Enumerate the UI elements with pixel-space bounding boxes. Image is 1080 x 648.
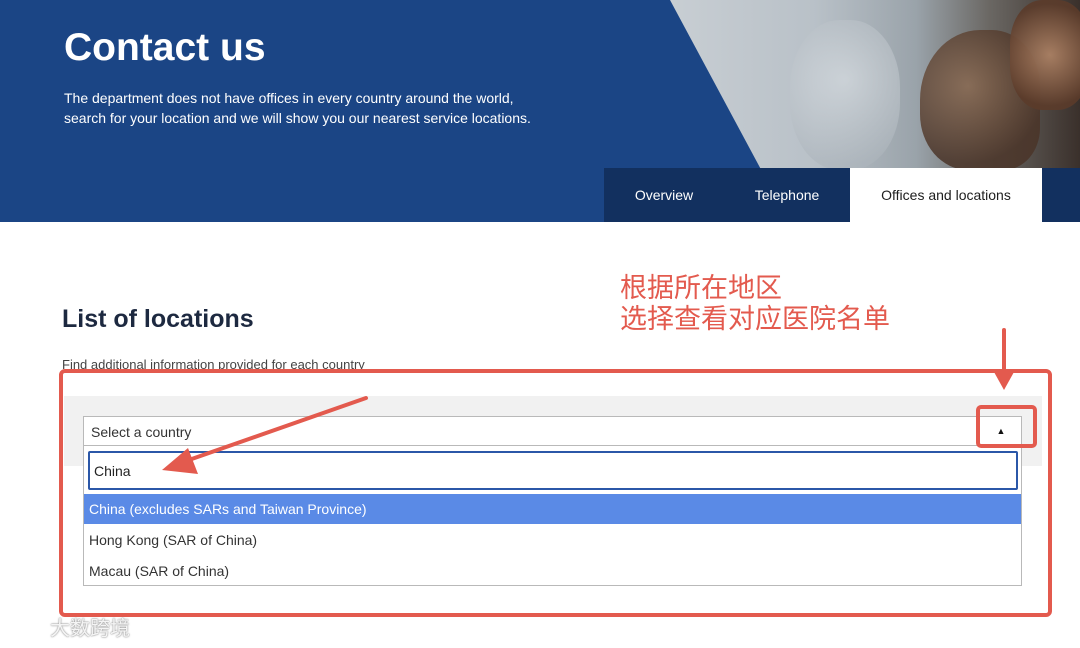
- tab-offices-and-locations[interactable]: Offices and locations: [850, 168, 1042, 222]
- page-title: Contact us: [64, 26, 266, 69]
- hero-photo: [670, 0, 1080, 168]
- section-title: List of locations: [62, 305, 254, 333]
- annotation-arrow-highlight: [976, 405, 1037, 448]
- tab-overview[interactable]: Overview: [604, 168, 724, 222]
- watermark: 大数跨境: [8, 612, 130, 641]
- watermark-text: 大数跨境: [50, 616, 130, 640]
- tab-bar-end: [1042, 168, 1080, 222]
- annotation-box: [59, 369, 1052, 617]
- tab-telephone[interactable]: Telephone: [724, 168, 850, 222]
- tab-bar: Overview Telephone Offices and locations: [604, 168, 1080, 222]
- hero-banner: Contact us The department does not have …: [0, 0, 1080, 222]
- page-description: The department does not have offices in …: [64, 90, 531, 126]
- annotation-text: 根据所在地区 选择查看对应医院名单: [620, 273, 890, 335]
- watermark-logo-icon: [8, 617, 45, 636]
